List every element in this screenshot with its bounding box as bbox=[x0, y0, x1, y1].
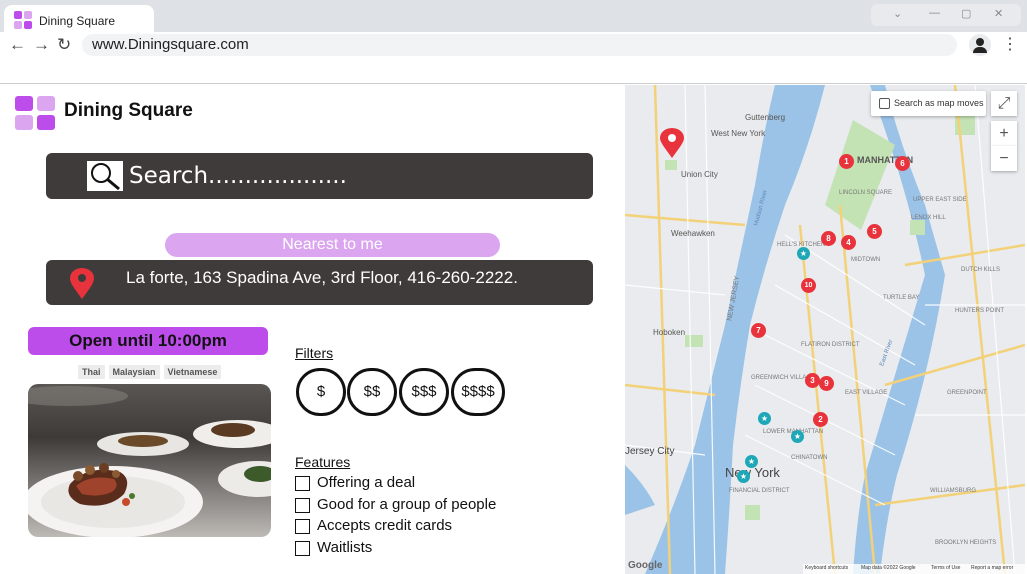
features-heading: Features bbox=[295, 454, 351, 470]
minimize-tabs-icon[interactable]: ⌄ bbox=[893, 7, 902, 20]
checkbox[interactable] bbox=[295, 519, 310, 534]
terms-link[interactable]: Terms of Use bbox=[931, 565, 960, 571]
price-filter-1[interactable]: $ bbox=[296, 368, 346, 416]
star-marker-icon[interactable]: ★ bbox=[745, 455, 758, 468]
zoom-in-button[interactable]: + bbox=[991, 121, 1017, 146]
map-label: DUTCH KILLS bbox=[961, 267, 1001, 273]
zoom-out-button[interactable]: − bbox=[991, 146, 1017, 171]
cuisine-tags: Thai Malaysian Vietnamese bbox=[78, 362, 225, 379]
map-label: BROOKLYN HEIGHTS bbox=[935, 540, 997, 546]
restaurant-marker[interactable]: 5 bbox=[867, 224, 882, 239]
back-icon[interactable]: ← bbox=[9, 35, 26, 55]
map-label: GREENPOINT bbox=[947, 390, 987, 396]
map-label: FINANCIAL DISTRICT bbox=[729, 488, 790, 494]
window-controls: ⌄ — ▢ ✕ bbox=[871, 4, 1021, 26]
restaurant-photo[interactable] bbox=[28, 384, 271, 537]
map-data-credit: Map data ©2022 Google bbox=[861, 565, 916, 571]
restaurant-marker[interactable]: 2 bbox=[813, 412, 828, 427]
map-label: Jersey City bbox=[625, 446, 675, 457]
search-as-map-moves[interactable]: Search as map moves bbox=[871, 91, 986, 116]
map-label: HUNTERS POINT bbox=[955, 308, 1005, 314]
star-marker-icon[interactable]: ★ bbox=[797, 247, 810, 260]
map[interactable]: Guttenberg West New York MANHATTAN Union… bbox=[625, 85, 1025, 574]
map-footer: Keyboard shortcuts Map data ©2022 Google… bbox=[803, 564, 1025, 574]
brand-logo bbox=[15, 96, 56, 130]
restaurant-marker[interactable]: 7 bbox=[751, 323, 766, 338]
restaurant-marker[interactable]: 4 bbox=[841, 235, 856, 250]
address-bar-location: La forte, 163 Spadina Ave, 3rd Floor, 41… bbox=[46, 260, 593, 305]
checkbox[interactable] bbox=[295, 498, 310, 513]
restaurant-marker[interactable]: 10 bbox=[801, 278, 816, 293]
map-label: CHINATOWN bbox=[791, 455, 828, 461]
nearest-to-me-button[interactable]: Nearest to me bbox=[165, 233, 500, 257]
search-icon bbox=[87, 161, 123, 191]
map-label: WILLIAMSBURG bbox=[930, 488, 977, 494]
restaurant-marker[interactable]: 6 bbox=[895, 156, 910, 171]
star-marker-icon[interactable]: ★ bbox=[758, 412, 771, 425]
map-label: Hoboken bbox=[653, 328, 686, 337]
checkbox[interactable] bbox=[879, 98, 890, 109]
close-window-button[interactable]: ✕ bbox=[994, 7, 1003, 20]
search-as-map-moves-label: Search as map moves bbox=[894, 98, 984, 108]
feature-label: Waitlists bbox=[317, 539, 373, 556]
feature-label: Accepts credit cards bbox=[317, 517, 453, 534]
map-label: Weehawken bbox=[671, 229, 715, 238]
cuisine-tag[interactable]: Vietnamese bbox=[163, 365, 222, 379]
page-content: Dining Square Search................... … bbox=[0, 85, 1027, 574]
map-label: MIDTOWN bbox=[851, 257, 881, 263]
brand-name: Dining Square bbox=[64, 100, 193, 121]
map-label: TURTLE BAY bbox=[883, 295, 920, 301]
feature-label: Good for a group of people bbox=[317, 496, 497, 513]
selected-location-pin[interactable] bbox=[659, 127, 685, 164]
map-label: Union City bbox=[681, 170, 718, 179]
fullscreen-icon[interactable]: ⤢ bbox=[991, 91, 1017, 116]
map-pin-icon bbox=[68, 268, 96, 305]
price-filter-4[interactable]: $$$$ bbox=[451, 368, 505, 416]
tab-bar: Dining Square ⌄ — ▢ ✕ bbox=[0, 0, 1027, 33]
minimize-button[interactable]: — bbox=[929, 7, 940, 19]
url-field[interactable]: www.Diningsquare.com bbox=[82, 34, 957, 56]
tab-title: Dining Square bbox=[39, 14, 116, 28]
browser-tab[interactable]: Dining Square bbox=[4, 5, 154, 33]
menu-icon[interactable]: ⋮ bbox=[1002, 34, 1018, 54]
map-label: UPPER EAST SIDE bbox=[913, 197, 967, 203]
map-label: Guttenberg bbox=[745, 113, 786, 122]
address-bar: ← → ↻ www.Diningsquare.com ⋮ bbox=[0, 32, 1027, 84]
forward-icon[interactable]: → bbox=[33, 35, 50, 55]
map-label: West New York bbox=[711, 129, 766, 138]
restaurant-address: La forte, 163 Spadina Ave, 3rd Floor, 41… bbox=[126, 268, 518, 287]
star-marker-icon[interactable]: ★ bbox=[791, 430, 804, 443]
restaurant-marker[interactable]: 8 bbox=[821, 231, 836, 246]
feature-label: Offering a deal bbox=[317, 474, 416, 491]
map-label: LINCOLN SQUARE bbox=[839, 190, 893, 196]
tab-favicon bbox=[14, 11, 32, 29]
reload-icon[interactable]: ↻ bbox=[57, 35, 71, 55]
cuisine-tag[interactable]: Thai bbox=[78, 365, 105, 379]
restaurant-marker[interactable]: 1 bbox=[839, 154, 854, 169]
hours-badge: Open until 10:00pm bbox=[28, 327, 268, 355]
keyboard-shortcuts-link[interactable]: Keyboard shortcuts bbox=[805, 565, 848, 571]
search-input[interactable]: Search................... bbox=[129, 163, 347, 189]
filters-heading: Filters bbox=[295, 345, 334, 361]
restaurant-marker[interactable]: 3 bbox=[805, 373, 820, 388]
profile-icon[interactable] bbox=[969, 34, 991, 56]
search-bar[interactable]: Search................... bbox=[46, 153, 593, 199]
price-filter-2[interactable]: $$ bbox=[347, 368, 397, 416]
checkbox[interactable] bbox=[295, 541, 310, 556]
price-filter-3[interactable]: $$$ bbox=[399, 368, 449, 416]
cuisine-tag[interactable]: Malaysian bbox=[108, 365, 160, 379]
restaurant-marker[interactable]: 9 bbox=[819, 376, 834, 391]
map-label: FLATIRON DISTRICT bbox=[801, 342, 860, 348]
map-label: LENOX HILL bbox=[911, 215, 946, 221]
browser-window: Dining Square ⌄ — ▢ ✕ ← → ↻ www.Diningsq… bbox=[0, 0, 1027, 574]
map-label: EAST VILLAGE bbox=[845, 390, 888, 396]
google-logo: Google bbox=[628, 560, 663, 571]
star-marker-icon[interactable]: ★ bbox=[737, 470, 750, 483]
report-error-link[interactable]: Report a map error bbox=[971, 565, 1013, 571]
maximize-button[interactable]: ▢ bbox=[961, 7, 971, 20]
checkbox[interactable] bbox=[295, 476, 310, 491]
